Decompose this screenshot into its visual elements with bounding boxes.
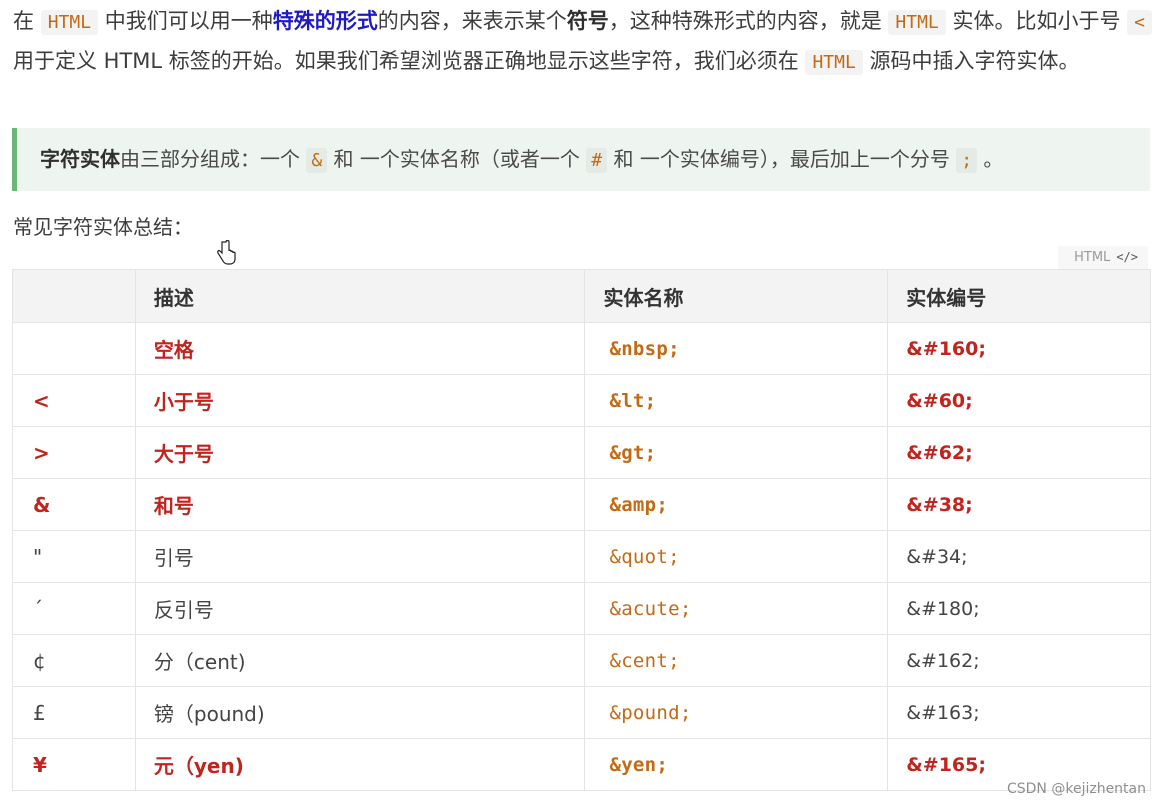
entity-name-cell: &amp; xyxy=(584,478,889,531)
symbol-cell: > xyxy=(12,426,136,479)
intro-text: 源码中插入字符实体。 xyxy=(862,49,1080,73)
inline-code: # xyxy=(586,148,608,173)
entity-number-cell: &#38; xyxy=(887,478,1151,531)
table-header-row: 描述 实体名称 实体编号 xyxy=(12,269,1151,323)
bold-text: 符号 xyxy=(566,9,609,33)
intro-text: 的内容，来表示某个 xyxy=(377,9,567,33)
note-text: 由三部分组成：一个 xyxy=(120,147,307,171)
intro-text: 中我们可以用一种 xyxy=(98,9,273,33)
table-row: ¥ 元（yen) &yen; &#165; xyxy=(12,738,1151,791)
description-cell: 大于号 xyxy=(134,426,586,479)
description-cell: 引号 xyxy=(134,530,586,583)
symbol-cell: ´ xyxy=(12,582,136,635)
inline-code: HTML xyxy=(805,50,863,75)
blockquote-note: 字符实体由三部分组成：一个 & 和 一个实体名称（或者一个 # 和 一个实体编号… xyxy=(12,128,1150,191)
table-row: < 小于号 &lt; &#60; xyxy=(12,374,1151,427)
entity-number-cell: &#60; xyxy=(887,374,1151,427)
entity-number-cell: &#162; xyxy=(887,634,1151,687)
symbol-cell: £ xyxy=(12,686,136,739)
description-cell: 和号 xyxy=(134,478,586,531)
symbol-cell: < xyxy=(12,374,136,427)
entity-number-cell: &#163; xyxy=(887,686,1151,739)
note-text: 。 xyxy=(977,147,1004,171)
table-row: > 大于号 &gt; &#62; xyxy=(12,426,1151,479)
header-entity-number: 实体编号 xyxy=(887,269,1151,323)
symbol-cell: ¥ xyxy=(12,738,136,791)
header-symbol xyxy=(12,269,136,323)
symbol-cell: ¢ xyxy=(12,634,136,687)
entity-table: 描述 实体名称 实体编号 空格 &nbsp; &#160; < 小于号 &lt; &#60;… xyxy=(12,269,1151,791)
inline-code: & xyxy=(306,148,328,173)
note-text: 和 一个实体名称（或者一个 xyxy=(327,147,587,171)
intro-text: 实体。比如小于号 xyxy=(945,9,1128,33)
description-cell: 空格 xyxy=(134,322,586,375)
inline-code: HTML xyxy=(40,10,99,35)
entity-name-cell: &nbsp; xyxy=(584,322,889,375)
code-lang-label: HTML xyxy=(1074,250,1111,265)
summary-label: 常见字符实体总结： xyxy=(13,215,193,239)
entity-number-cell: &#62; xyxy=(887,426,1151,479)
intro-text: ，这种特殊形式的内容，就是 xyxy=(608,9,889,33)
inline-code: ; xyxy=(956,148,978,173)
watermark: CSDN @kejizhentan xyxy=(1006,781,1146,797)
symbol-cell: " xyxy=(12,530,136,583)
intro-text: 用于定义 HTML 标签的开始。如果我们希望浏览器正确地显示这些字符，我们必须在 xyxy=(13,49,806,73)
description-cell: 元（yen) xyxy=(134,738,586,791)
header-entity-name: 实体名称 xyxy=(584,269,889,323)
symbol-cell xyxy=(12,322,136,375)
entity-name-cell: &lt; xyxy=(584,374,889,427)
article-page: 在 HTML 中我们可以用一种特殊的形式的内容，来表示某个符号，这种特殊形式的内… xyxy=(0,0,1160,807)
hand-cursor-icon xyxy=(217,240,236,265)
code-icon[interactable]: </> xyxy=(1116,250,1138,264)
inline-code: HTML xyxy=(888,10,946,35)
entity-name-cell: &pound; xyxy=(584,686,889,739)
description-cell: 镑（pound) xyxy=(134,686,586,739)
entity-number-cell: &#180; xyxy=(887,582,1151,635)
intro-paragraph: 在 HTML 中我们可以用一种特殊的形式的内容，来表示某个符号，这种特殊形式的内… xyxy=(13,2,1153,82)
table-row: ´ 反引号 &acute; &#180; xyxy=(12,582,1151,635)
entity-name-cell: &acute; xyxy=(584,582,889,635)
table-row: £ 镑（pound) &pound; &#163; xyxy=(12,686,1151,739)
entity-name-cell: &cent; xyxy=(584,634,889,687)
note-bold: 字符实体 xyxy=(40,147,120,171)
table-row: 空格 &nbsp; &#160; xyxy=(12,322,1151,375)
intro-text: 在 xyxy=(13,9,41,33)
table-row: ¢ 分（cent) &cent; &#162; xyxy=(12,634,1151,687)
entity-name-cell: &yen; xyxy=(584,738,889,791)
table-row: " 引号 &quot; &#34; xyxy=(12,530,1151,583)
symbol-cell: & xyxy=(12,478,136,531)
header-description: 描述 xyxy=(134,269,586,323)
description-cell: 小于号 xyxy=(134,374,586,427)
table-row: & 和号 &amp; &#38; xyxy=(12,478,1151,531)
entity-name-cell: &quot; xyxy=(584,530,889,583)
entity-number-cell: &#160; xyxy=(887,322,1151,375)
entity-name-cell: &gt; xyxy=(584,426,889,479)
code-language-tag[interactable]: HTML </> xyxy=(1058,246,1148,269)
description-cell: 反引号 xyxy=(134,582,586,635)
entity-number-cell: &#34; xyxy=(887,530,1151,583)
highlight-link[interactable]: 特殊的形式 xyxy=(273,9,378,33)
note-text: 和 一个实体编号），最后加上一个分号 xyxy=(607,147,957,171)
inline-code: < xyxy=(1127,10,1152,35)
description-cell: 分（cent) xyxy=(134,634,586,687)
